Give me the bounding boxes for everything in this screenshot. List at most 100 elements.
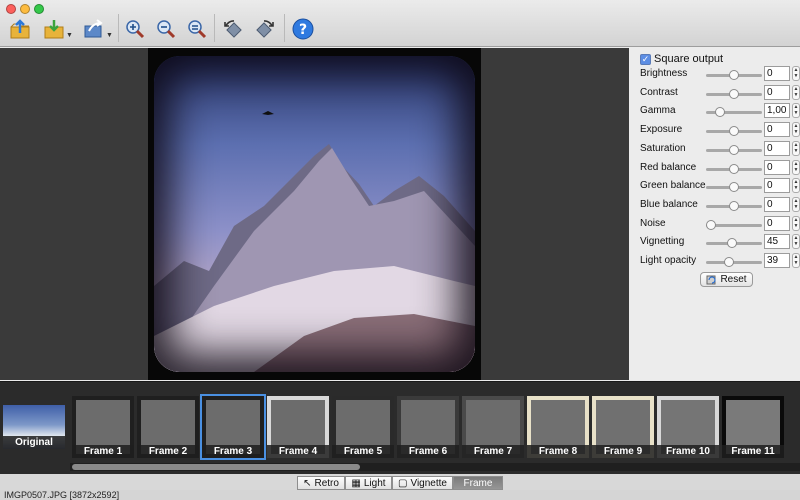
square-output-checkbox[interactable]: ✓ (640, 53, 651, 65)
tab-label: Retro (314, 477, 339, 489)
zoom-in-button[interactable] (124, 16, 146, 42)
filmstrip-scroll-thumb[interactable] (72, 464, 360, 470)
adjustment-slider[interactable] (706, 126, 762, 137)
adjustment-slider[interactable] (706, 219, 762, 230)
thumbnail-label: Frame 11 (722, 445, 784, 458)
square-output-row[interactable]: ✓ Square output (640, 53, 723, 65)
reset-label: Reset (720, 274, 747, 285)
adjustment-slider[interactable] (706, 70, 762, 80)
adjustment-value-field[interactable]: 0 (764, 196, 790, 212)
adjustment-stepper[interactable]: ▲ ▼ (792, 196, 800, 212)
thumbnail-frame[interactable]: Frame 2 (137, 396, 199, 458)
thumbnail-frame[interactable]: Frame 5 (332, 396, 394, 458)
tab-label: Frame (463, 477, 493, 489)
thumbnail-frame[interactable]: Frame 1 (72, 396, 134, 458)
slider-knob[interactable] (723, 257, 734, 267)
adjustment-label: Exposure (640, 124, 683, 136)
toolbar-separator (284, 14, 285, 42)
adjustment-stepper[interactable]: ▲ ▼ (792, 215, 800, 231)
thumbnail-frame[interactable]: Frame 6 (397, 396, 459, 458)
adjustment-label: Vignetting (640, 236, 685, 248)
slider-knob[interactable] (729, 126, 739, 137)
slider-knob[interactable] (726, 238, 737, 249)
reset-button[interactable]: Reset (700, 272, 753, 287)
tab-retro[interactable]: ↖ Retro (297, 476, 345, 490)
adjustment-slider[interactable] (706, 182, 762, 193)
tab-frame[interactable]: Frame (453, 476, 503, 490)
adjustment-stepper[interactable]: ▲ ▼ (792, 140, 800, 156)
thumbnail-frame[interactable]: Frame 9 (592, 396, 654, 458)
thumbnail-frame[interactable]: Frame 7 (462, 396, 524, 458)
adjustment-value-field[interactable]: 0 (764, 215, 790, 231)
thumbnail-frame[interactable]: Frame 10 (657, 396, 719, 458)
adjustment-value-field[interactable]: 0 (764, 66, 790, 81)
thumbnail-original[interactable]: Original (3, 405, 65, 449)
thumbnail-frame[interactable]: Frame 11 (722, 396, 784, 458)
adjustment-value-field[interactable]: 45 (764, 234, 790, 250)
adjustment-slider[interactable] (706, 88, 762, 99)
close-window-button[interactable] (6, 4, 16, 14)
status-bar: IMGP0507.JPG [3872x2592] (0, 490, 800, 500)
slider-knob[interactable] (706, 219, 716, 230)
tab-label: Light (363, 477, 386, 489)
adjustment-stepper[interactable]: ▲ ▼ (792, 178, 800, 194)
thumbnail-frame[interactable]: Frame 3 (200, 394, 266, 460)
zoom-window-button[interactable] (34, 4, 44, 14)
slider-knob[interactable] (729, 88, 739, 99)
adjustment-stepper[interactable]: ▲ ▼ (792, 159, 800, 175)
adjustment-value-field[interactable]: 0 (764, 140, 790, 156)
adjustment-stepper[interactable]: ▲ ▼ (792, 103, 800, 119)
adjustment-value-field[interactable]: 0 (764, 122, 790, 138)
adjustment-slider[interactable] (706, 200, 762, 211)
adjustment-label: Contrast (640, 86, 678, 98)
adjustment-slider[interactable] (706, 163, 762, 174)
adjustment-value-field[interactable]: 39 (764, 253, 790, 268)
adjustment-slider[interactable] (706, 238, 762, 249)
frame-filmstrip: Original Frame 1 Frame 2 Frame 3 Frame 4 Fra… (0, 381, 800, 474)
thumbnail-label: Frame 3 (202, 445, 264, 458)
tab-label: Vignette (410, 477, 447, 489)
share-button[interactable]: ▼ (82, 16, 114, 42)
rotate-left-button[interactable] (221, 16, 245, 42)
image-viewer[interactable] (0, 48, 629, 380)
adjustment-stepper[interactable]: ▲ ▼ (792, 253, 800, 268)
tab-light[interactable]: ▦ Light (345, 476, 392, 490)
rotate-right-button[interactable] (253, 16, 277, 42)
adjustment-stepper[interactable]: ▲ ▼ (792, 66, 800, 81)
adjustment-label: Noise (640, 217, 666, 229)
adjustment-value-field[interactable]: 0 (764, 178, 790, 194)
help-button[interactable]: ? (291, 16, 315, 42)
light-icon: ▦ (351, 477, 361, 489)
slider-knob[interactable] (729, 200, 739, 211)
thumbnail-frame[interactable]: Frame 4 (267, 396, 329, 458)
toolbar-separator (214, 14, 215, 42)
filmstrip-scrollbar[interactable] (70, 463, 800, 471)
slider-knob[interactable] (729, 163, 739, 174)
minimize-window-button[interactable] (20, 4, 30, 14)
tab-vignette[interactable]: ▢ Vignette (392, 476, 453, 490)
zoom-out-button[interactable] (155, 16, 177, 42)
adjustment-stepper[interactable]: ▲ ▼ (792, 122, 800, 138)
adjustment-stepper[interactable]: ▲ ▼ (792, 84, 800, 100)
open-button[interactable] (8, 16, 32, 42)
adjustment-slider[interactable] (706, 257, 762, 267)
slider-knob[interactable] (729, 182, 739, 193)
adjustment-stepper[interactable]: ▲ ▼ (792, 234, 800, 250)
save-button[interactable]: ▼ (42, 16, 74, 42)
slider-knob[interactable] (729, 70, 739, 80)
adjustment-slider[interactable] (706, 107, 762, 118)
adjustment-value-field[interactable]: 0 (764, 84, 790, 100)
slider-knob[interactable] (729, 144, 739, 155)
rotate-right-icon (256, 20, 274, 38)
adjustment-value-field[interactable]: 1,00 (764, 103, 790, 119)
adjustment-slider[interactable] (706, 144, 762, 155)
preview-photo (148, 48, 481, 380)
adjustment-value-field[interactable]: 0 (764, 159, 790, 175)
zoom-fit-button[interactable] (186, 16, 208, 42)
thumbnail-frame[interactable]: Frame 8 (527, 396, 589, 458)
thumbnail-label: Frame 9 (592, 445, 654, 458)
slider-knob[interactable] (715, 107, 726, 118)
square-output-label: Square output (654, 53, 724, 65)
thumbnail-label: Frame 10 (657, 445, 719, 458)
thumbnail-label: Frame 8 (527, 445, 589, 458)
